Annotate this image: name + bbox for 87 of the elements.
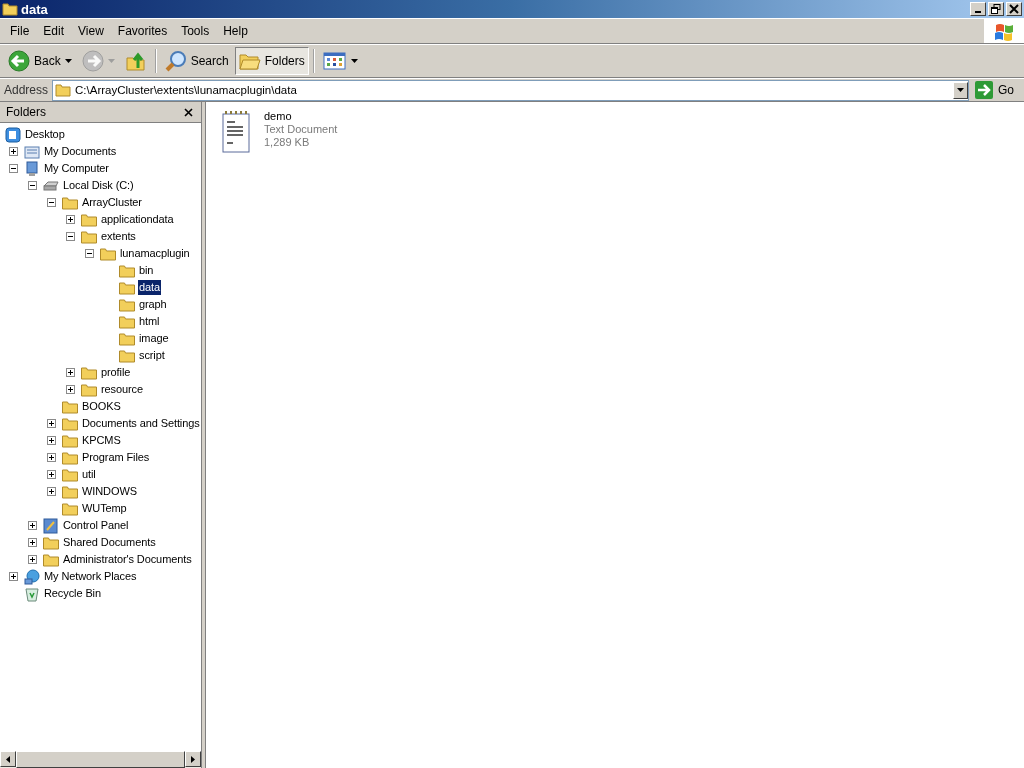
collapse-icon[interactable]: [9, 164, 18, 173]
close-icon: [184, 107, 193, 117]
collapse-icon[interactable]: [28, 181, 37, 190]
tree-item[interactable]: My Documents: [43, 144, 118, 159]
tree-item[interactable]: Documents and Settings: [81, 416, 201, 431]
folders-button[interactable]: Folders: [234, 47, 309, 75]
restore-button[interactable]: [988, 2, 1004, 16]
file-name[interactable]: demo: [264, 110, 338, 123]
views-grid-icon: [322, 51, 347, 71]
expand-icon[interactable]: [47, 419, 56, 428]
tree-item[interactable]: data: [138, 280, 161, 295]
go-arrow-icon: [975, 81, 993, 99]
collapse-icon[interactable]: [66, 232, 75, 241]
go-button[interactable]: Go: [969, 81, 1024, 99]
file-type: Text Document: [264, 123, 338, 136]
folder-icon: [2, 2, 18, 16]
file-size: 1,289 KB: [264, 136, 311, 149]
minimize-button[interactable]: [970, 2, 986, 16]
dropdown-button[interactable]: [953, 81, 968, 99]
expand-icon[interactable]: [28, 538, 37, 547]
caret-icon: [957, 88, 964, 92]
tree-item[interactable]: WINDOWS: [81, 484, 138, 499]
back-button[interactable]: Back: [4, 47, 76, 75]
expand-icon[interactable]: [66, 385, 75, 394]
tree-item[interactable]: BOOKS: [81, 399, 122, 414]
tree-item[interactable]: image: [138, 331, 170, 346]
expand-icon[interactable]: [66, 368, 75, 377]
close-button[interactable]: [182, 105, 195, 119]
window-title: data: [21, 1, 49, 17]
close-button[interactable]: [1006, 2, 1022, 16]
address-label: Address: [4, 83, 49, 97]
tree-item[interactable]: script: [138, 348, 166, 363]
tree-item[interactable]: Control Panel: [62, 518, 130, 533]
tree-item[interactable]: Recycle Bin: [43, 586, 102, 601]
scroll-left-icon: [6, 755, 10, 763]
magnifier-icon: [164, 50, 187, 72]
tree-item[interactable]: util: [81, 467, 97, 482]
tree-item[interactable]: graph: [138, 297, 168, 312]
expand-icon[interactable]: [28, 521, 37, 530]
close-icon: [1009, 4, 1019, 14]
tree-item[interactable]: extents: [100, 229, 137, 244]
tree-item[interactable]: Shared Documents: [62, 535, 157, 550]
menu-item[interactable]: File: [3, 24, 37, 38]
expand-icon[interactable]: [47, 470, 56, 479]
notepad-document-icon[interactable]: [220, 110, 252, 154]
folder-icon: [55, 83, 72, 97]
caret-icon: [107, 59, 115, 63]
tree-item[interactable]: WUTemp: [81, 501, 128, 516]
expand-icon[interactable]: [47, 487, 56, 496]
menu-item[interactable]: Help: [216, 24, 255, 38]
address-field[interactable]: C:\ArrayCluster\extents\lunamacplugin\data: [52, 79, 969, 101]
tree-item[interactable]: html: [138, 314, 161, 329]
search-button[interactable]: Search: [160, 47, 233, 75]
expand-icon[interactable]: [9, 572, 18, 581]
collapse-icon[interactable]: [85, 249, 94, 258]
menu-item[interactable]: Edit: [36, 24, 72, 38]
expand-icon[interactable]: [47, 453, 56, 462]
collapse-icon[interactable]: [47, 198, 56, 207]
expand-icon[interactable]: [47, 436, 56, 445]
tree-item[interactable]: resource: [100, 382, 144, 397]
tree-item[interactable]: lunamacplugin: [119, 246, 191, 261]
tree-item[interactable]: ArrayCluster: [81, 195, 143, 210]
expand-icon[interactable]: [28, 555, 37, 564]
tree-item[interactable]: applicationdata: [100, 212, 175, 227]
tree-item[interactable]: bin: [138, 263, 155, 278]
tree-item[interactable]: Desktop: [24, 127, 66, 142]
tree-item[interactable]: Administrator's Documents: [62, 552, 193, 567]
minimize-icon: [975, 11, 981, 13]
tree-item[interactable]: Local Disk (C:): [62, 178, 135, 193]
menu-item[interactable]: Tools: [174, 24, 217, 38]
tree-item[interactable]: My Network Places: [43, 569, 138, 584]
expand-icon[interactable]: [9, 147, 18, 156]
menu-item[interactable]: View: [71, 24, 111, 38]
folders-icon: [238, 51, 261, 71]
folder-up-arrow-icon: [124, 50, 147, 72]
caret-icon: [64, 59, 72, 63]
tree-item[interactable]: KPCMS: [81, 433, 122, 448]
tree-item[interactable]: Program Files: [81, 450, 151, 465]
scroll-right-icon: [191, 755, 195, 763]
pane-title: Folders: [6, 105, 47, 119]
restore-icon: [991, 4, 1001, 14]
horizontal-scrollbar[interactable]: [0, 751, 201, 768]
expand-icon[interactable]: [66, 215, 75, 224]
tree-item[interactable]: profile: [100, 365, 132, 380]
tree-item[interactable]: My Computer: [43, 161, 110, 176]
caret-icon: [350, 59, 358, 63]
menu-item[interactable]: Favorites: [110, 24, 175, 38]
